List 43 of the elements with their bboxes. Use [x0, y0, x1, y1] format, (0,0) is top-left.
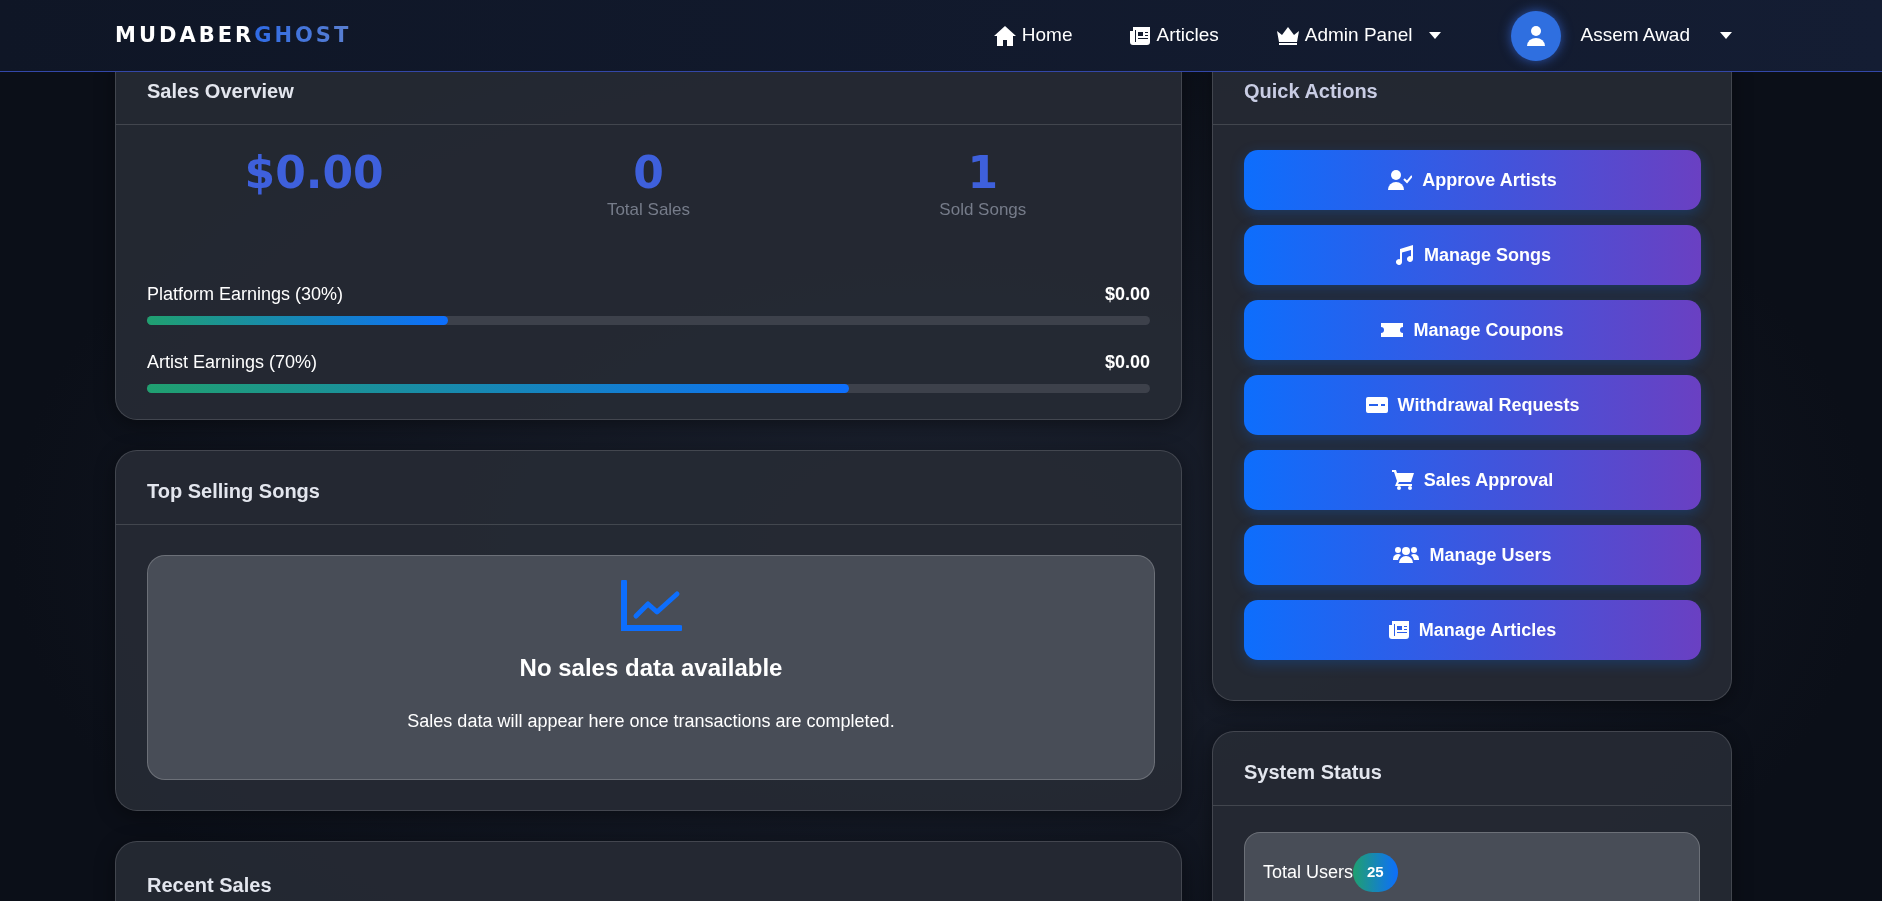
- earnings-label: Artist Earnings (70%): [147, 350, 318, 374]
- nav-link[interactable]: Articles: [1130, 21, 1219, 50]
- card-title: Recent Sales: [146, 872, 273, 898]
- caret-icon: [1720, 31, 1732, 40]
- stat-value: 1: [967, 149, 999, 198]
- users-icon: [1393, 545, 1420, 565]
- crown-icon: [1276, 26, 1299, 45]
- ticket-icon: [1381, 323, 1404, 337]
- newspaper-icon: [1130, 26, 1151, 45]
- count-badge: 25: [1353, 853, 1398, 892]
- caret-icon: [1428, 31, 1441, 40]
- chart-line-icon: [620, 579, 682, 634]
- stat-label: Total Sales: [606, 199, 691, 222]
- earnings-label: Platform Earnings (30%): [147, 282, 344, 306]
- user-check-icon: [1388, 170, 1413, 190]
- home-icon: [993, 25, 1016, 46]
- user-icon: [1526, 25, 1545, 46]
- earnings-amount: $0.00: [1104, 282, 1150, 306]
- nav-link[interactable]: Home: [993, 21, 1073, 50]
- cart-icon: [1391, 470, 1414, 490]
- user-menu[interactable]: Assem Awad: [1580, 21, 1732, 50]
- empty-title: No sales data available: [519, 652, 783, 683]
- action-button[interactable]: Manage Users: [1244, 525, 1701, 585]
- stat-value: 0: [633, 149, 664, 198]
- action-button[interactable]: Manage Articles: [1244, 600, 1701, 660]
- card-icon: [1365, 397, 1388, 413]
- card-title: System Status: [1213, 732, 1731, 806]
- action-button[interactable]: Manage Songs: [1244, 225, 1701, 285]
- avatar[interactable]: [1510, 10, 1561, 61]
- empty-message: Sales data will appear here once transactions are completed.: [407, 709, 895, 733]
- action-button[interactable]: Withdrawal Requests: [1244, 375, 1701, 435]
- logo[interactable]: MUDABERGHOST: [115, 19, 352, 52]
- earnings-amount: $0.00: [1104, 350, 1150, 374]
- status-label: Total Users: [1263, 860, 1354, 884]
- action-button[interactable]: Approve Artists: [1244, 150, 1701, 210]
- nav-link[interactable]: Admin Panel: [1276, 21, 1441, 50]
- music-icon: [1394, 245, 1414, 265]
- stat-label: Sold Songs: [939, 199, 1027, 222]
- stat-value: $0.00: [244, 149, 384, 198]
- card-title: Top Selling Songs: [116, 450, 1181, 525]
- action-button[interactable]: Manage Coupons: [1244, 300, 1701, 360]
- action-button[interactable]: Sales Approval: [1244, 450, 1701, 510]
- newspaper-icon: [1388, 621, 1409, 639]
